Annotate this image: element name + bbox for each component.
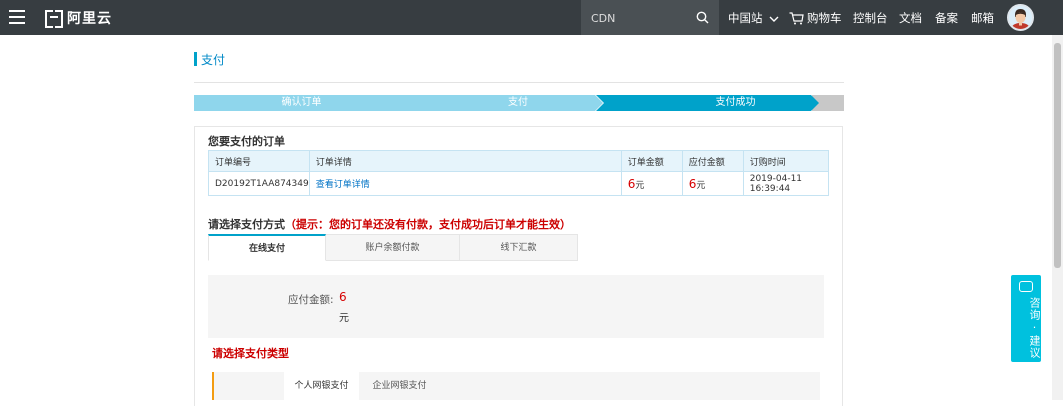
scrollbar-thumb[interactable] bbox=[1054, 43, 1061, 268]
tab-personal-bank[interactable]: 个人网银支付 bbox=[284, 372, 359, 400]
payable-amount-box: 应付金额: 6 元 bbox=[208, 275, 824, 338]
order-no-cell: D20192T1AA874349 bbox=[208, 171, 310, 196]
page-title: 支付 bbox=[201, 53, 226, 67]
order-amount-unit: 元 bbox=[635, 180, 645, 191]
col-order-time: 订购时间 bbox=[742, 150, 830, 172]
payable-amount-cell: 6元 bbox=[681, 171, 744, 196]
tab-online-payment[interactable]: 在线支付 bbox=[208, 234, 326, 261]
payable-amount-label: 应付金额: bbox=[288, 294, 334, 306]
search-box[interactable] bbox=[581, 0, 719, 35]
col-order-no: 订单编号 bbox=[208, 150, 310, 172]
chat-bubble-icon bbox=[1019, 281, 1033, 292]
region-selector[interactable]: 中国站 bbox=[728, 10, 779, 26]
title-accent-bar bbox=[194, 52, 197, 66]
payment-method-title: 请选择支付方式 bbox=[208, 218, 285, 231]
page-scrollbar[interactable] bbox=[1052, 35, 1063, 400]
region-label: 中国站 bbox=[728, 11, 763, 25]
table-header-row: 订单编号 订单详情 订单金额 应付金额 订购时间 bbox=[208, 150, 830, 172]
search-icon[interactable] bbox=[696, 11, 709, 24]
col-order-detail: 订单详情 bbox=[308, 150, 622, 172]
col-order-amount: 订单金额 bbox=[620, 150, 683, 172]
step-pay: 支付 bbox=[508, 97, 528, 108]
chevron-down-icon bbox=[769, 16, 779, 22]
payable-amount-currency: 元 bbox=[339, 313, 349, 324]
view-order-detail-link[interactable]: 查看订单详情 bbox=[316, 180, 370, 190]
col-payable-amount: 应付金额 bbox=[681, 150, 744, 172]
consult-suggest-button[interactable]: 咨询·建议 bbox=[1011, 275, 1041, 362]
aliyun-logo-icon bbox=[45, 10, 63, 28]
mail-link[interactable]: 邮箱 bbox=[971, 10, 994, 26]
payment-notice: （提示：您的订单还没有付款，支付成功后订单才能生效） bbox=[285, 218, 571, 231]
logo-text: 阿里云 bbox=[67, 11, 112, 27]
consult-label: 咨询·建议 bbox=[1028, 297, 1041, 359]
order-detail-cell: 查看订单详情 bbox=[308, 171, 622, 196]
table-row: D20192T1AA874349 查看订单详情 6元 6元 2019-04-11… bbox=[208, 171, 830, 196]
avatar[interactable] bbox=[1007, 4, 1034, 31]
docs-link[interactable]: 文档 bbox=[899, 10, 922, 26]
tab-offline-transfer[interactable]: 线下汇款 bbox=[460, 234, 578, 261]
cart-icon bbox=[789, 12, 804, 25]
payable-amount-unit: 元 bbox=[696, 180, 706, 191]
search-input[interactable] bbox=[591, 9, 691, 27]
order-heading: 您要支付的订单 bbox=[208, 135, 285, 148]
payment-method-heading: 请选择支付方式（提示：您的订单还没有付款，支付成功后订单才能生效） bbox=[208, 216, 571, 232]
step-confirm-order: 确认订单 bbox=[281, 97, 322, 108]
step-progress: 确认订单 支付 支付成功 bbox=[194, 95, 844, 111]
payment-type-tabs: 个人网银支付 企业网银支付 bbox=[212, 372, 820, 400]
menu-icon[interactable] bbox=[9, 10, 25, 24]
console-link[interactable]: 控制台 bbox=[853, 10, 888, 26]
aliyun-logo[interactable]: 阿里云 bbox=[45, 8, 112, 28]
payment-method-tabs: 在线支付 账户余额付款 线下汇款 bbox=[208, 234, 578, 261]
order-table: 订单编号 订单详情 订单金额 应付金额 订购时间 D20192T1AA87434… bbox=[208, 150, 830, 196]
step-pay-success: 支付成功 bbox=[715, 97, 756, 108]
top-navigation-bar: 阿里云 中国站 购物车 控制台 文档 备案 邮箱 bbox=[0, 0, 1063, 35]
tab-balance-payment[interactable]: 账户余额付款 bbox=[326, 234, 460, 261]
cart-link[interactable]: 购物车 bbox=[789, 10, 842, 26]
tab-corporate-bank[interactable]: 企业网银支付 bbox=[362, 372, 437, 400]
cart-label: 购物车 bbox=[807, 11, 842, 25]
user-avatar-icon bbox=[1009, 6, 1032, 29]
payment-type-heading: 请选择支付类型 bbox=[212, 347, 289, 360]
payable-amount-number: 6 bbox=[339, 290, 347, 304]
order-amount-cell: 6元 bbox=[620, 171, 683, 196]
divider bbox=[194, 82, 844, 83]
beian-link[interactable]: 备案 bbox=[935, 10, 958, 26]
order-time-cell: 2019-04-11 16:39:44 bbox=[742, 171, 830, 196]
